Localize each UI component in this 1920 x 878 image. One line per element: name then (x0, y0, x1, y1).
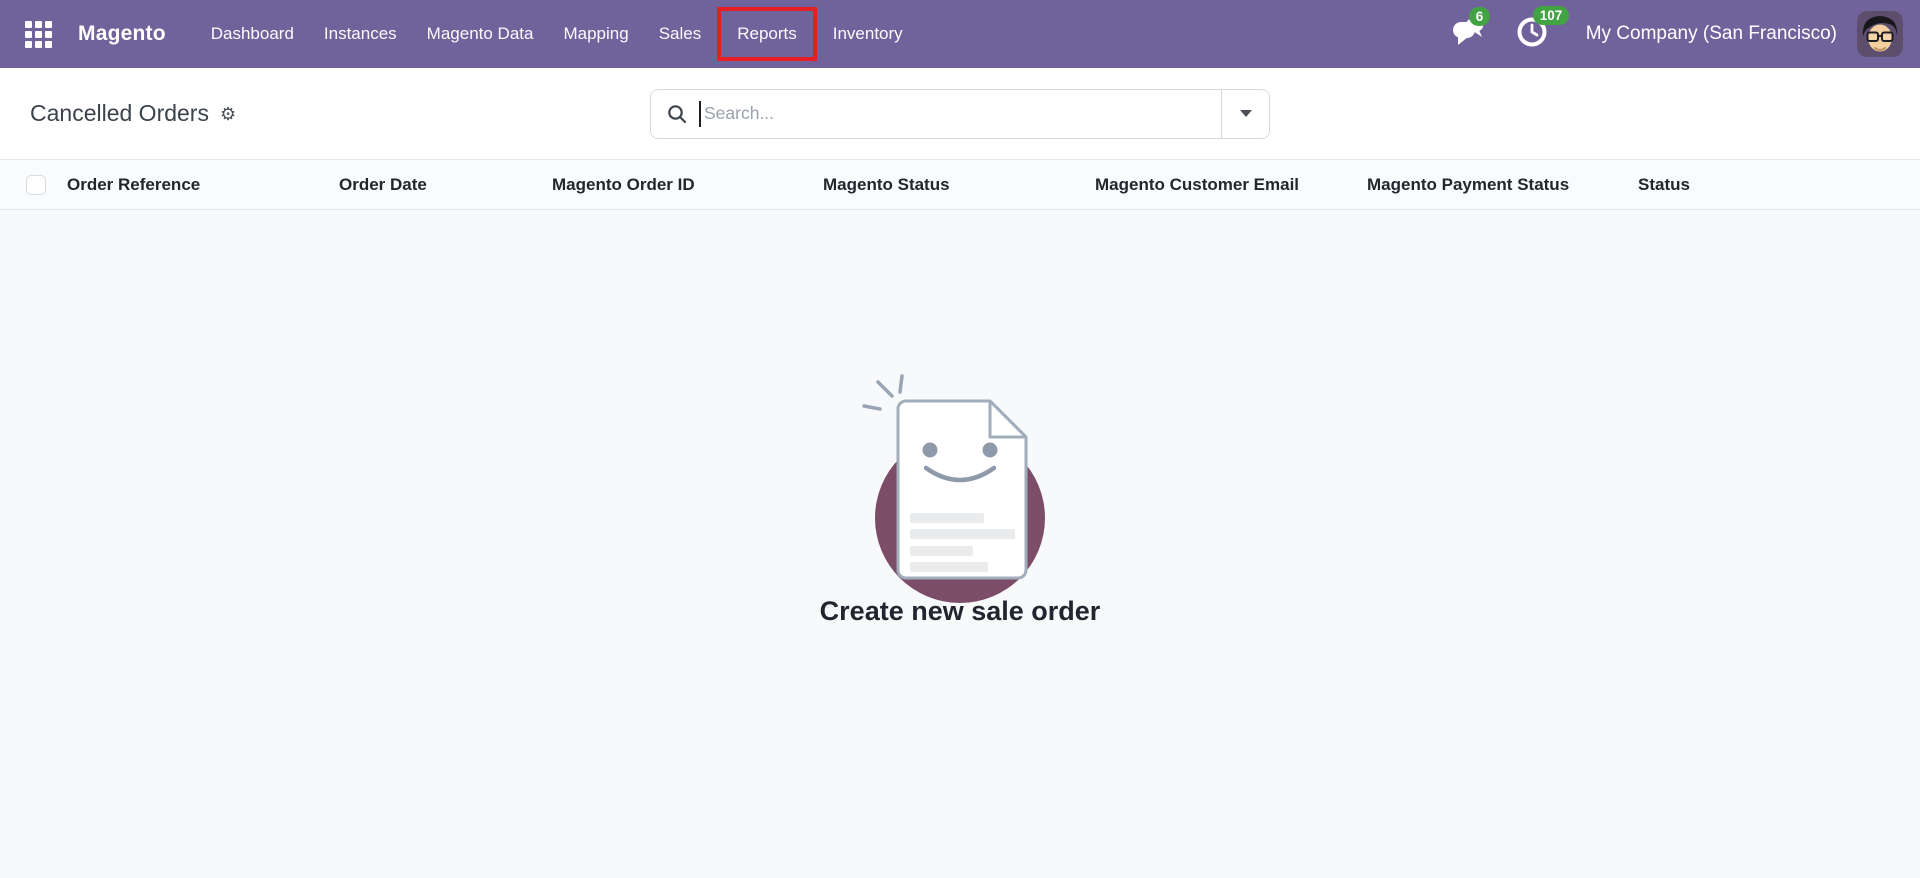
menu-item-sales[interactable]: Sales (644, 24, 717, 44)
settings-gear-icon[interactable]: ⚙ (220, 105, 236, 123)
list-content-area: Create new sale order (0, 210, 1920, 878)
search-options-toggle[interactable] (1222, 90, 1269, 138)
page-title: Cancelled Orders (30, 100, 209, 126)
systray: 6 107 My Company (San Francisco) (1452, 5, 1903, 57)
search-icon (667, 104, 687, 124)
avatar-image (1857, 11, 1903, 57)
document-fold (988, 399, 1028, 439)
column-magento-payment-status[interactable]: Magento Payment Status (1367, 175, 1638, 195)
select-all-checkbox[interactable] (26, 174, 46, 195)
column-magento-customer-email[interactable]: Magento Customer Email (1095, 175, 1367, 195)
user-avatar[interactable] (1857, 11, 1903, 57)
search-bar (650, 88, 1270, 139)
messages-count-badge: 6 (1468, 6, 1491, 26)
menu-item-magento-data[interactable]: Magento Data (412, 24, 549, 44)
messages-button[interactable]: 6 (1452, 6, 1491, 52)
menu-item-instances[interactable]: Instances (309, 24, 412, 44)
column-order-date[interactable]: Order Date (339, 175, 552, 195)
left-eye (922, 442, 938, 458)
list-header-row: Order Reference Order Date Magento Order… (0, 160, 1920, 210)
search-input[interactable] (704, 103, 1221, 124)
right-eye (982, 442, 998, 458)
menu-item-dashboard[interactable]: Dashboard (196, 24, 309, 44)
chevron-down-icon (1239, 110, 1252, 117)
company-switcher[interactable]: My Company (San Francisco) (1586, 23, 1837, 45)
select-all-cell (0, 174, 67, 195)
breadcrumb: Cancelled Orders ⚙ (30, 100, 650, 127)
empty-state-message: Create new sale order (819, 596, 1101, 626)
top-navbar: Magento Dashboard Instances Magento Data… (0, 0, 1920, 68)
reports-annotation-box: Reports (717, 7, 817, 61)
column-order-reference[interactable]: Order Reference (67, 175, 339, 195)
column-status[interactable]: Status (1638, 175, 1920, 195)
activities-count-badge: 107 (1532, 5, 1570, 25)
control-panel: Cancelled Orders ⚙ (0, 68, 1920, 160)
activities-button[interactable]: 107 (1516, 5, 1570, 53)
text-caret (699, 100, 701, 127)
sparkle-lines (862, 374, 904, 411)
apps-grid-icon[interactable] (25, 20, 52, 48)
menu-item-mapping[interactable]: Mapping (548, 24, 643, 44)
menu-item-reports[interactable]: Reports (722, 24, 812, 44)
app-brand[interactable]: Magento (78, 22, 166, 46)
column-magento-status[interactable]: Magento Status (823, 175, 1095, 195)
column-magento-order-id[interactable]: Magento Order ID (552, 175, 823, 195)
empty-state-illustration (862, 374, 1045, 603)
menu-item-inventory[interactable]: Inventory (818, 24, 918, 44)
main-menu: Dashboard Instances Magento Data Mapping… (196, 0, 918, 68)
